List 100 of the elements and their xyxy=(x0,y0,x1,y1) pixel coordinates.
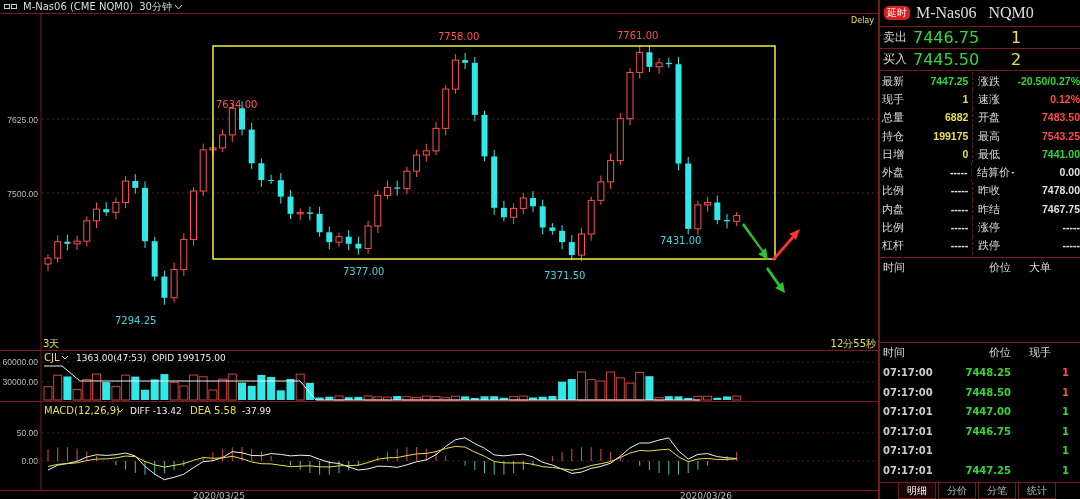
axis-label: 50.00 xyxy=(16,428,38,438)
stat-label: 昨结 xyxy=(978,201,1002,217)
open-interest-value: OPID 199175.00 xyxy=(152,353,226,363)
stat-label: 最低 xyxy=(978,146,1002,162)
symbol-name: M-Nas06 xyxy=(916,4,977,22)
stat-value: -20.50/0.27% xyxy=(1017,74,1080,87)
book-quantity: 1 xyxy=(1011,28,1022,47)
dea-value: DEA 5.58 xyxy=(190,405,237,416)
stat-label: 最高 xyxy=(978,128,1002,144)
price-annotation: 7761.00 xyxy=(617,30,659,41)
column-header: 时间 xyxy=(883,345,906,361)
axis-label: 7625.00 xyxy=(7,115,38,125)
stat-value: ----- xyxy=(950,184,969,197)
price-annotation: 7431.00 xyxy=(660,235,702,246)
trade-time: 07:17:00 xyxy=(883,386,934,398)
trade-price: 7447.00 xyxy=(964,406,1011,418)
delay-label: Delay xyxy=(851,16,874,25)
symbol-code: NQM0 xyxy=(988,4,1034,22)
tab[interactable]: 明细 xyxy=(898,483,936,499)
price-annotation: 7371.50 xyxy=(544,270,586,281)
stat-value: ----- xyxy=(950,166,968,179)
book-price: 7446.75 xyxy=(913,28,981,47)
stat-value: ----- xyxy=(950,239,969,252)
stat-label: 日增 xyxy=(882,146,905,162)
stat-value: 0.12% xyxy=(1050,92,1080,105)
stat-label: 涨停 xyxy=(978,220,1002,235)
stat-label: 内盘 xyxy=(882,201,905,217)
stat-value: 0 xyxy=(962,147,969,160)
macd-value: -37.99 xyxy=(242,406,271,416)
stat-value: 7447.25 xyxy=(930,74,969,87)
date-label: 2020/03/26 xyxy=(680,491,732,499)
trade-time: 07:17:01 xyxy=(883,464,934,476)
tab[interactable]: 统计 xyxy=(1018,483,1056,499)
stat-label: 持仓 xyxy=(882,128,905,144)
trade-price: 7448.50 xyxy=(964,386,1011,398)
trade-quantity: 1 xyxy=(1061,406,1070,418)
stat-value: 1 xyxy=(962,92,969,105)
stat-label: 最新 xyxy=(882,73,905,89)
column-header: 时间 xyxy=(883,260,906,276)
stat-value: 0.00 xyxy=(1059,166,1080,179)
stat-label: 速涨 xyxy=(978,91,1002,107)
trade-quantity: 1 xyxy=(1061,445,1070,457)
book-quantity: 2 xyxy=(1011,50,1022,69)
stat-label[interactable]: 结算价 xyxy=(977,165,1016,181)
trade-time: 07:17:00 xyxy=(883,367,934,379)
stat-value: 6882 xyxy=(945,111,969,124)
axis-label: 30000.00 xyxy=(2,377,38,387)
axis-label: 60000.00 xyxy=(2,357,38,367)
symbol-title: M-Nas06 (CME NQM0) xyxy=(23,1,134,12)
axis-label: 0.00 xyxy=(21,456,38,466)
stat-value: 7543.25 xyxy=(1042,129,1080,142)
trade-price: 7448.25 xyxy=(964,367,1011,379)
column-header: 价位 xyxy=(988,345,1011,361)
trade-time: 07:17:01 xyxy=(883,406,934,418)
trade-time: 07:17:01 xyxy=(883,445,934,457)
stat-value: 199175 xyxy=(933,129,969,142)
diff-value: DIFF -13.42 xyxy=(130,406,182,416)
stat-value: 7478.00 xyxy=(1042,184,1080,197)
stat-value: ----- xyxy=(950,221,969,233)
indicator-name[interactable]: MACD(12,26,9) xyxy=(44,405,120,416)
stat-label: 比例 xyxy=(882,220,905,235)
stat-label: 比例 xyxy=(882,183,905,199)
price-annotation: 7758.00 xyxy=(438,31,480,42)
book-label: 卖出 xyxy=(883,29,908,46)
stat-value: 7467.75 xyxy=(1042,202,1080,215)
book-price: 7445.50 xyxy=(913,50,981,69)
stat-value: ----- xyxy=(1062,239,1080,252)
stat-label: 昨收 xyxy=(978,183,1002,199)
volume-value: 1363.00(47:53) xyxy=(76,353,147,363)
stat-value: 7441.00 xyxy=(1042,147,1080,160)
trade-quantity: 1 xyxy=(1061,464,1070,476)
stat-value: ----- xyxy=(950,202,969,215)
price-annotation: 7377.00 xyxy=(343,266,385,277)
trade-price: 7446.75 xyxy=(964,425,1011,437)
trade-price: 7447.25 xyxy=(964,464,1011,476)
stat-value: 7483.50 xyxy=(1042,111,1080,124)
range-label: 3天 xyxy=(43,338,60,349)
stat-value: ----- xyxy=(1062,221,1080,233)
trade-quantity: 1 xyxy=(1061,425,1070,437)
stat-label: 外盘 xyxy=(882,165,905,181)
date-label: 2020/03/25 xyxy=(193,491,245,499)
stat-label: 总量 xyxy=(882,110,905,126)
trade-quantity: 1 xyxy=(1061,386,1070,398)
price-annotation: 7634.00 xyxy=(216,99,258,110)
price-annotation: 7294.25 xyxy=(115,315,157,326)
column-header: 现手 xyxy=(1028,345,1052,361)
tab[interactable]: 分价 xyxy=(938,483,976,499)
stat-label: 跌停 xyxy=(978,238,1002,254)
indicator-name[interactable]: CJL xyxy=(44,352,60,363)
stat-label: 开盘 xyxy=(978,110,1002,126)
trade-quantity: 1 xyxy=(1061,367,1070,379)
stat-label: 现手 xyxy=(882,91,905,107)
delay-badge: 延时 xyxy=(884,6,910,20)
trade-time: 07:17:01 xyxy=(883,425,934,437)
period-dropdown[interactable]: 30分钟 xyxy=(139,0,183,13)
book-label: 买入 xyxy=(883,51,908,68)
column-header: 价位 xyxy=(988,260,1011,276)
column-header: 大单 xyxy=(1028,260,1052,276)
axis-label: 7500.00 xyxy=(7,189,38,199)
tab[interactable]: 分笔 xyxy=(978,483,1016,499)
